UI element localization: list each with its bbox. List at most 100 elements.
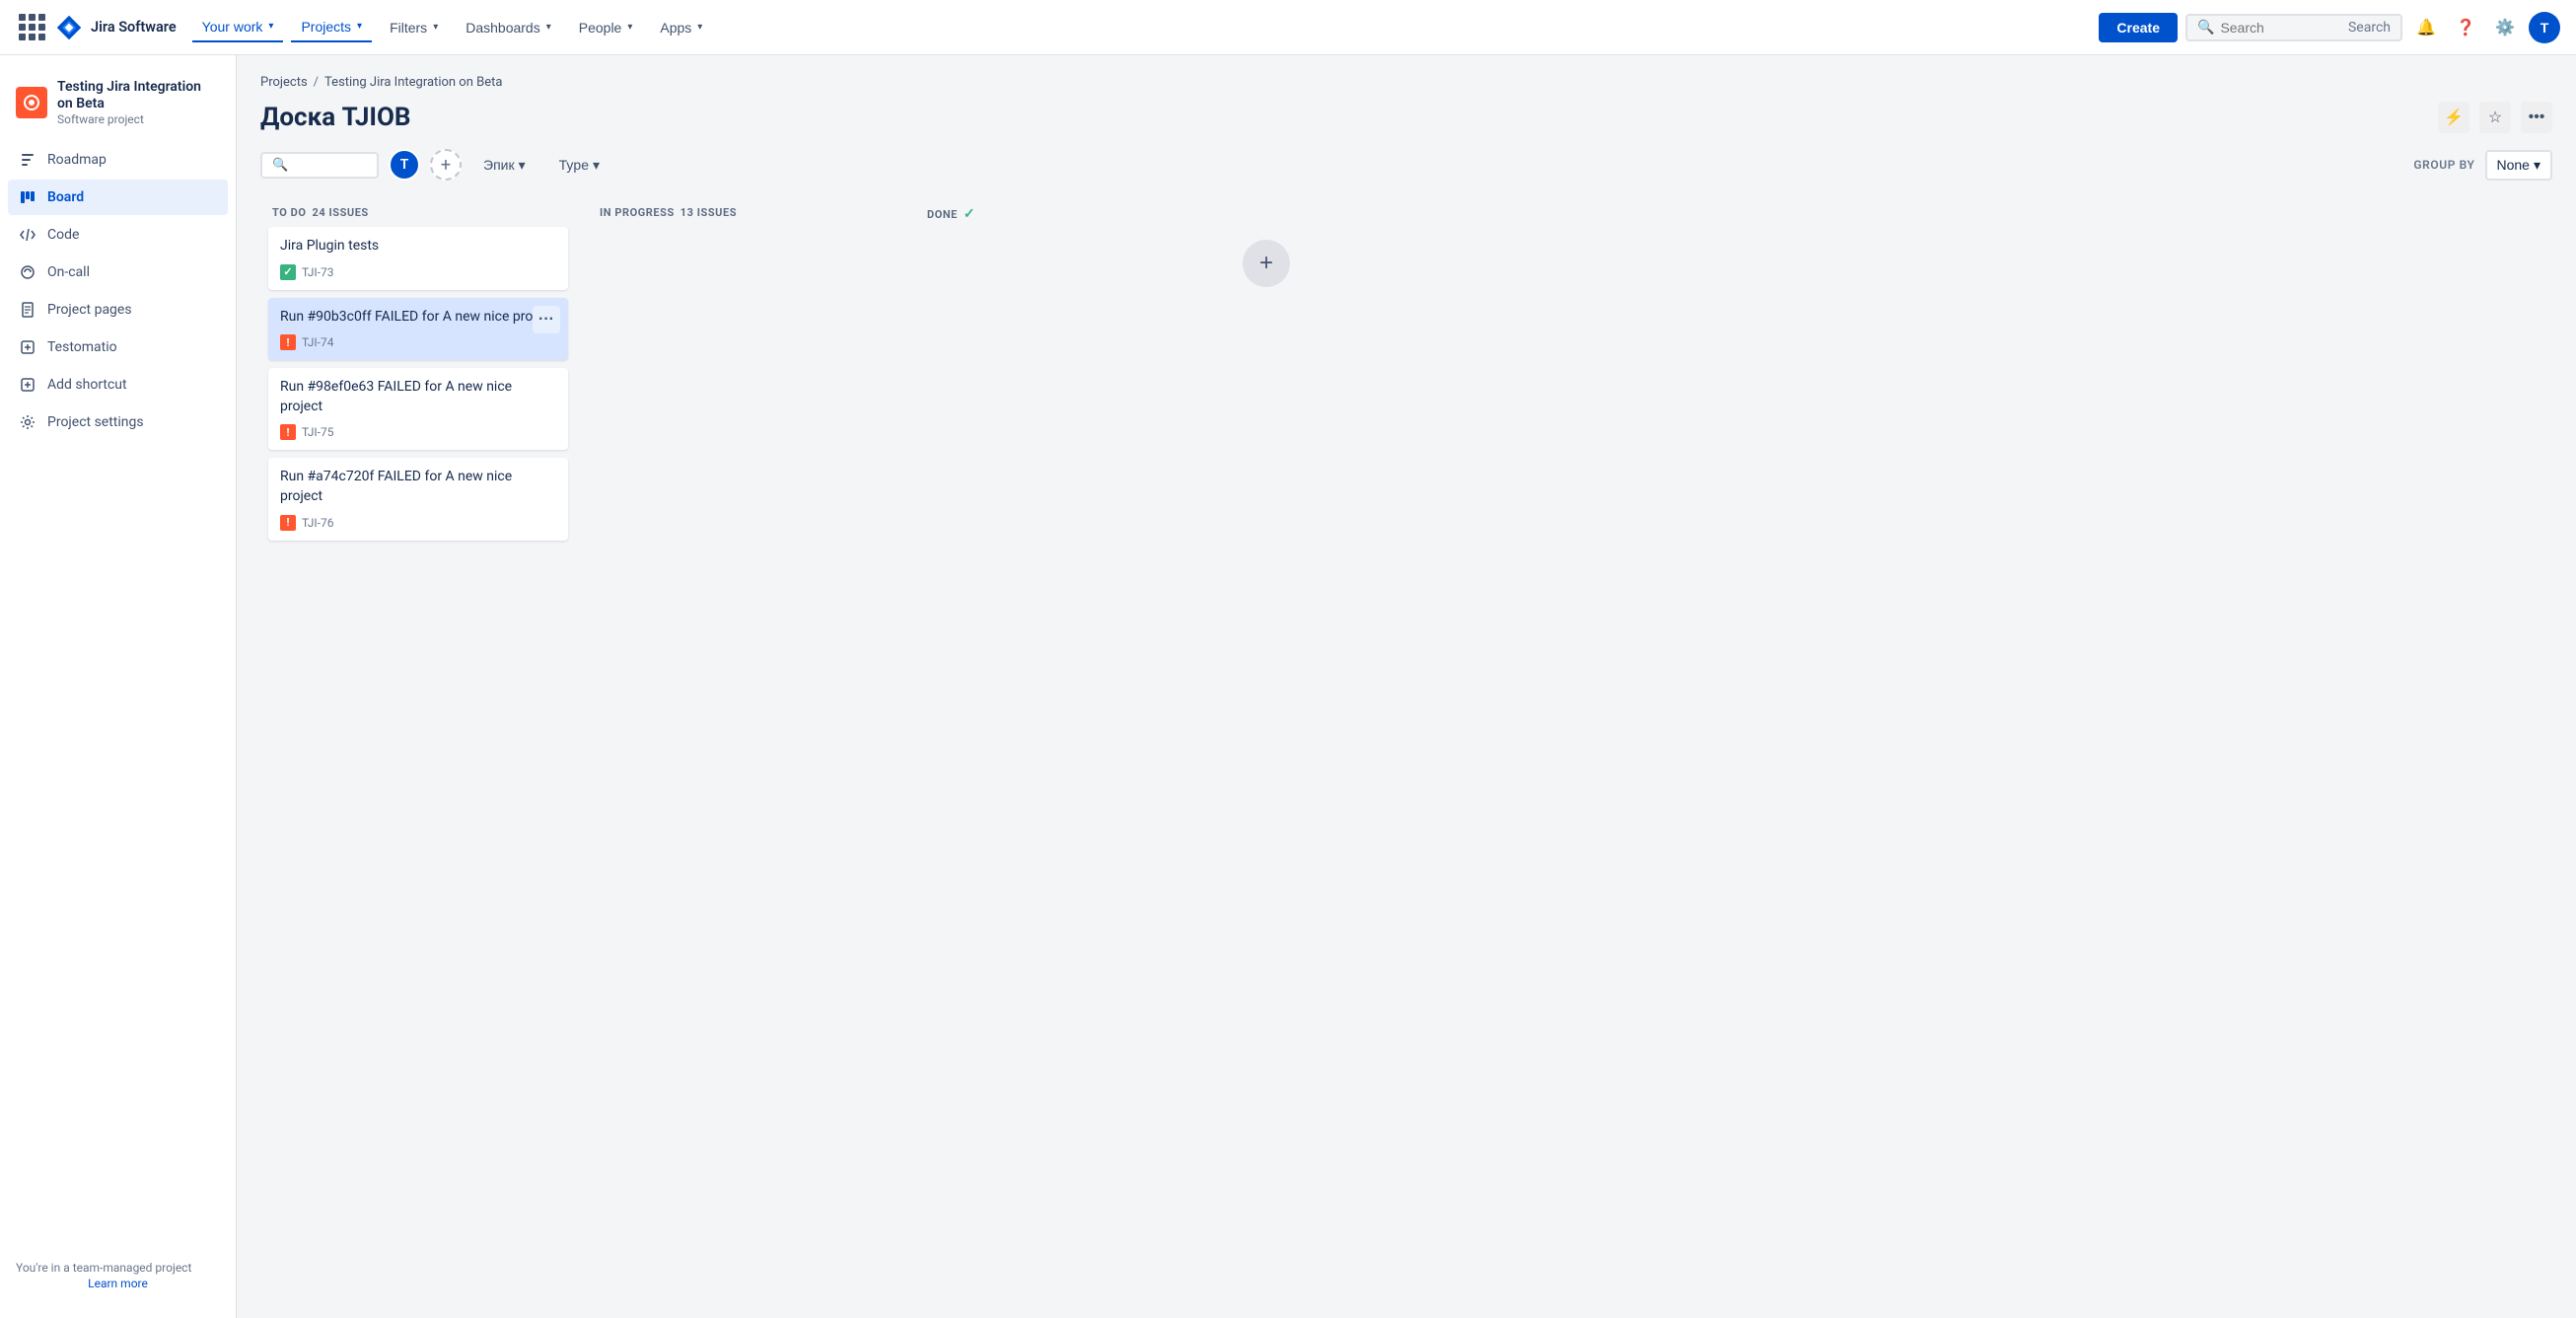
more-options-button[interactable]: •••: [2521, 102, 2552, 133]
sidebar-item-label: Code: [47, 227, 79, 243]
learn-more-link[interactable]: Learn more: [16, 1277, 220, 1290]
top-navigation: Jira Software Your work ▾ Projects ▾ Fil…: [0, 0, 2576, 55]
card-issue-id: TJI-75: [302, 425, 333, 439]
board-card[interactable]: Run #90b3c0ff FAILED for A new nice proj…: [268, 298, 568, 361]
group-by-value: None: [2497, 157, 2530, 173]
star-button[interactable]: ☆: [2479, 102, 2511, 133]
column-title-todo: TO DO: [272, 206, 306, 219]
team-managed-text: You're in a team-managed project: [16, 1261, 191, 1275]
card-issue-id: TJI-76: [302, 516, 333, 530]
group-by-label: GROUP BY: [2413, 158, 2474, 172]
board-filters: 🔍 T + Эпик ▾ Type ▾ GROUP BY None ▾: [237, 149, 2576, 196]
cards-todo: Jira Plugin tests ✓ TJI-73 Run #90b3c0ff…: [260, 227, 576, 549]
card-issue-id: TJI-74: [302, 335, 333, 349]
lightning-button[interactable]: ⚡: [2438, 102, 2469, 133]
nav-dashboards[interactable]: Dashboards ▾: [456, 14, 561, 41]
notifications-button[interactable]: 🔔: [2410, 12, 2442, 43]
sidebar-item-add-shortcut[interactable]: Add shortcut: [8, 367, 228, 403]
project-type: Software project: [57, 112, 220, 126]
user-avatar[interactable]: T: [2529, 12, 2560, 43]
column-header-todo: TO DO 24 ISSUES: [260, 196, 576, 227]
sidebar-nav: Roadmap Board Code On-call: [0, 142, 236, 1247]
add-column-button[interactable]: +: [1243, 240, 1290, 287]
epic-label: Эпик: [483, 157, 515, 173]
nav-people[interactable]: People ▾: [569, 14, 643, 41]
card-issue-id: TJI-73: [302, 265, 333, 279]
type-filter-button[interactable]: Type ▾: [547, 152, 611, 179]
breadcrumb-separator: /: [314, 75, 319, 90]
settings-icon: [18, 412, 37, 432]
card-menu-button[interactable]: ···: [533, 306, 560, 333]
breadcrumb: Projects / Testing Jira Integration on B…: [237, 55, 2576, 98]
sidebar-item-on-call[interactable]: On-call: [8, 255, 228, 290]
sidebar-project: Testing Jira Integration on Beta Softwar…: [0, 71, 236, 142]
board-column-todo: TO DO 24 ISSUES Jira Plugin tests ✓ TJI-…: [260, 196, 576, 549]
breadcrumb-project-name[interactable]: Testing Jira Integration on Beta: [324, 75, 502, 90]
sidebar-item-label: On-call: [47, 264, 90, 280]
sidebar: Testing Jira Integration on Beta Softwar…: [0, 55, 237, 1318]
type-label: Type: [559, 157, 589, 173]
sidebar-item-roadmap[interactable]: Roadmap: [8, 142, 228, 178]
app-switcher-button[interactable]: [16, 12, 47, 43]
column-count-inprogress: 13 ISSUES: [680, 206, 737, 219]
board-card[interactable]: Run #a74c720f FAILED for A new nice proj…: [268, 458, 568, 540]
app-layout: Testing Jira Integration on Beta Softwar…: [0, 55, 2576, 1318]
chevron-down-icon: ▾: [697, 22, 702, 33]
breadcrumb-projects[interactable]: Projects: [260, 75, 308, 90]
group-by-select[interactable]: None ▾: [2485, 150, 2553, 181]
column-count-todo: 24 ISSUES: [312, 206, 368, 219]
board-card[interactable]: Run #98ef0e63 FAILED for A new nice proj…: [268, 368, 568, 450]
search-icon: 🔍: [2197, 20, 2214, 36]
sidebar-item-testomatio[interactable]: Testomatio: [8, 330, 228, 365]
testomatio-icon: [18, 337, 37, 357]
column-header-done: DONE ✓: [915, 196, 1231, 230]
sidebar-item-board[interactable]: Board: [8, 180, 228, 215]
chevron-down-icon: ▾: [268, 21, 273, 32]
logo-text: Jira Software: [91, 19, 177, 36]
chevron-down-icon: ▾: [519, 157, 526, 174]
column-header-inprogress: IN PROGRESS 13 ISSUES: [588, 196, 903, 227]
sidebar-item-label: Roadmap: [47, 152, 107, 168]
column-title-done: DONE: [927, 208, 958, 221]
issue-type-icon: !: [280, 515, 296, 531]
help-button[interactable]: ❓: [2450, 12, 2481, 43]
nav-filters[interactable]: Filters ▾: [380, 14, 448, 41]
board-search-input[interactable]: [294, 158, 373, 173]
search-input[interactable]: [2220, 20, 2342, 36]
board: TO DO 24 ISSUES Jira Plugin tests ✓ TJI-…: [237, 196, 2576, 1318]
page-title: Доска TJIOB: [260, 103, 411, 132]
board-search[interactable]: 🔍: [260, 152, 379, 179]
issue-type-icon: !: [280, 424, 296, 440]
issue-type-icon: ✓: [280, 264, 296, 280]
sidebar-item-label: Testomatio: [47, 339, 117, 355]
sidebar-item-project-pages[interactable]: Project pages: [8, 292, 228, 328]
search-icon: 🔍: [272, 158, 288, 173]
nav-apps[interactable]: Apps ▾: [650, 14, 712, 41]
search-box[interactable]: 🔍 Search: [2185, 14, 2402, 41]
nav-your-work[interactable]: Your work ▾: [192, 13, 284, 42]
project-icon: [16, 87, 47, 118]
board-column-done: DONE ✓: [915, 196, 1231, 238]
sidebar-item-label: Project pages: [47, 302, 132, 318]
project-name: Testing Jira Integration on Beta: [57, 79, 220, 112]
chevron-down-icon: ▾: [357, 21, 362, 32]
sidebar-footer: You're in a team-managed project Learn m…: [0, 1247, 236, 1302]
epic-filter-button[interactable]: Эпик ▾: [471, 152, 537, 179]
board-card[interactable]: Jira Plugin tests ✓ TJI-73: [268, 227, 568, 290]
add-member-filter[interactable]: +: [430, 149, 462, 181]
settings-button[interactable]: ⚙️: [2489, 12, 2521, 43]
sidebar-item-label: Project settings: [47, 414, 144, 430]
card-title: Jira Plugin tests: [280, 237, 556, 256]
create-button[interactable]: Create: [2099, 13, 2178, 42]
sidebar-item-code[interactable]: Code: [8, 217, 228, 253]
user-filter-avatar[interactable]: T: [389, 149, 420, 181]
chevron-down-icon: ▾: [2534, 157, 2540, 174]
main-content: Projects / Testing Jira Integration on B…: [237, 55, 2576, 1318]
sidebar-item-project-settings[interactable]: Project settings: [8, 404, 228, 440]
code-icon: [18, 225, 37, 245]
card-title: Run #90b3c0ff FAILED for A new nice proj…: [280, 308, 556, 328]
jira-logo[interactable]: Jira Software: [55, 14, 177, 41]
nav-projects[interactable]: Projects ▾: [291, 13, 372, 42]
on-call-icon: [18, 262, 37, 282]
cards-inprogress: [588, 227, 903, 235]
